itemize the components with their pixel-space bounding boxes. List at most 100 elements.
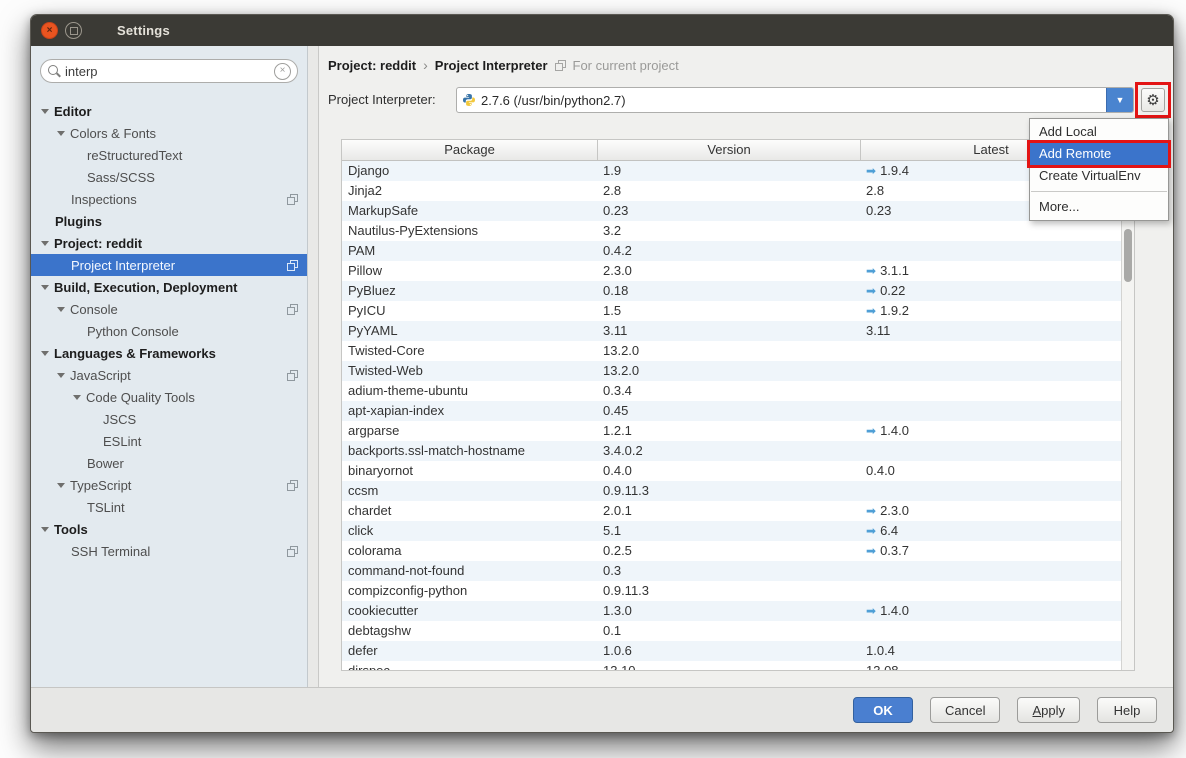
cell-version: 2.0.1 (597, 501, 860, 521)
tree-item-project-interpreter[interactable]: Project Interpreter (31, 254, 307, 276)
tree-item-tslint[interactable]: TSLint (31, 496, 307, 518)
tree-item-label: Bower (87, 456, 124, 471)
annotation-rectangle-gear (1135, 82, 1171, 118)
search-input[interactable] (61, 64, 274, 79)
cell-latest: 0.4.0 (860, 461, 1121, 481)
tree-item-build-execution-deployment[interactable]: Build, Execution, Deployment (31, 276, 307, 298)
column-header-version[interactable]: Version (597, 140, 860, 160)
tree-item-code-quality-tools[interactable]: Code Quality Tools (31, 386, 307, 408)
cell-package: click (342, 521, 597, 541)
cell-version: 1.2.1 (597, 421, 860, 441)
upgrade-arrow-icon: ➡ (866, 544, 876, 558)
sidebar-splitter[interactable] (307, 46, 319, 687)
tree-item-plugins[interactable]: Plugins (31, 210, 307, 232)
tree-item-jscs[interactable]: JSCS (31, 408, 307, 430)
table-row-pyicu[interactable]: PyICU1.5➡1.9.2 (342, 301, 1121, 321)
cell-version: 13.2.0 (597, 361, 860, 381)
table-row-twisted-web[interactable]: Twisted-Web13.2.0 (342, 361, 1121, 381)
breadcrumb: Project: reddit › Project Interpreter Fo… (328, 57, 679, 73)
apply-button[interactable]: Apply (1017, 697, 1080, 723)
expander-icon[interactable] (41, 527, 49, 532)
close-button[interactable]: × (41, 22, 58, 39)
tree-item-languages-frameworks[interactable]: Languages & Frameworks (31, 342, 307, 364)
menu-item-add-local[interactable]: Add Local (1030, 121, 1168, 143)
column-header-package[interactable]: Package (342, 140, 597, 160)
table-row-dirspec[interactable]: dirspec13.1013.08 (342, 661, 1121, 670)
tree-item-sass-scss[interactable]: Sass/SCSS (31, 166, 307, 188)
tree-item-console[interactable]: Console (31, 298, 307, 320)
table-row-debtagshw[interactable]: debtagshw0.1 (342, 621, 1121, 641)
table-row-nautilus-pyextensions[interactable]: Nautilus-PyExtensions3.2 (342, 221, 1121, 241)
expander-icon[interactable] (41, 351, 49, 356)
table-row-cookiecutter[interactable]: cookiecutter1.3.0➡1.4.0 (342, 601, 1121, 621)
table-row-django[interactable]: Django1.9➡1.9.4 (342, 161, 1121, 181)
table-row-pybluez[interactable]: PyBluez0.18➡0.22 (342, 281, 1121, 301)
upgrade-arrow-icon: ➡ (866, 524, 876, 538)
tree-item-inspections[interactable]: Inspections (31, 188, 307, 210)
table-row-adium-theme-ubuntu[interactable]: adium-theme-ubuntu0.3.4 (342, 381, 1121, 401)
table-row-command-not-found[interactable]: command-not-found0.3 (342, 561, 1121, 581)
expander-icon[interactable] (41, 241, 49, 246)
expander-icon[interactable] (57, 307, 65, 312)
menu-item-create-virtualenv[interactable]: Create VirtualEnv (1030, 165, 1168, 187)
cell-package: PyICU (342, 301, 597, 321)
expander-icon[interactable] (57, 483, 65, 488)
table-row-jinja2[interactable]: Jinja22.82.8 (342, 181, 1121, 201)
tree-item-label: Project Interpreter (71, 258, 175, 273)
expander-icon[interactable] (41, 109, 49, 114)
tree-item-label: Project: reddit (54, 236, 142, 251)
ok-button[interactable]: OK (853, 697, 913, 723)
expander-icon[interactable] (57, 131, 65, 136)
tree-item-editor[interactable]: Editor (31, 100, 307, 122)
table-row-markupsafe[interactable]: MarkupSafe0.230.23 (342, 201, 1121, 221)
table-row-binaryornot[interactable]: binaryornot0.4.00.4.0 (342, 461, 1121, 481)
table-row-pillow[interactable]: Pillow2.3.0➡3.1.1 (342, 261, 1121, 281)
table-row-chardet[interactable]: chardet2.0.1➡2.3.0 (342, 501, 1121, 521)
tree-item-typescript[interactable]: TypeScript (31, 474, 307, 496)
table-row-argparse[interactable]: argparse1.2.1➡1.4.0 (342, 421, 1121, 441)
table-row-pam[interactable]: PAM0.4.2 (342, 241, 1121, 261)
upgrade-arrow-icon: ➡ (866, 264, 876, 278)
tree-item-colors-fonts[interactable]: Colors & Fonts (31, 122, 307, 144)
tree-item-project-reddit[interactable]: Project: reddit (31, 232, 307, 254)
cancel-button[interactable]: Cancel (930, 697, 1000, 723)
table-row-defer[interactable]: defer1.0.61.0.4 (342, 641, 1121, 661)
clear-search-icon[interactable]: × (274, 63, 291, 80)
expander-icon[interactable] (73, 395, 81, 400)
tree-item-restructuredtext[interactable]: reStructuredText (31, 144, 307, 166)
screenshot-root: × Settings × EditorColors & FontsreStruc… (0, 0, 1186, 758)
per-project-icon (555, 60, 566, 71)
expander-icon[interactable] (57, 373, 65, 378)
cell-package: PyYAML (342, 321, 597, 341)
cell-latest: ➡6.4 (860, 521, 1121, 541)
interpreter-combobox[interactable]: 2.7.6 (/usr/bin/python2.7) ▼ (456, 87, 1134, 113)
tree-item-python-console[interactable]: Python Console (31, 320, 307, 342)
table-row-ccsm[interactable]: ccsm0.9.11.3 (342, 481, 1121, 501)
breadcrumb-section[interactable]: Project: reddit (328, 58, 416, 73)
expander-icon[interactable] (41, 285, 49, 290)
tree-item-ssh-terminal[interactable]: SSH Terminal (31, 540, 307, 562)
menu-item-add-remote[interactable]: Add Remote (1030, 143, 1168, 165)
tree-item-eslint[interactable]: ESLint (31, 430, 307, 452)
cell-latest (860, 621, 1121, 641)
table-row-compizconfig-python[interactable]: compizconfig-python0.9.11.3 (342, 581, 1121, 601)
maximize-button[interactable] (65, 22, 82, 39)
scrollbar-thumb[interactable] (1124, 229, 1132, 282)
tree-item-bower[interactable]: Bower (31, 452, 307, 474)
per-project-icon (287, 304, 298, 315)
table-row-click[interactable]: click5.1➡6.4 (342, 521, 1121, 541)
table-row-pyyaml[interactable]: PyYAML3.113.11 (342, 321, 1121, 341)
table-row-apt-xapian-index[interactable]: apt-xapian-index0.45 (342, 401, 1121, 421)
tree-item-javascript[interactable]: JavaScript (31, 364, 307, 386)
table-scrollbar[interactable] (1121, 161, 1134, 670)
tree-item-tools[interactable]: Tools (31, 518, 307, 540)
interpreter-dropdown-button[interactable]: ▼ (1106, 88, 1133, 112)
table-row-backports-ssl-match-hostname[interactable]: backports.ssl-match-hostname3.4.0.2 (342, 441, 1121, 461)
help-button[interactable]: Help (1097, 697, 1157, 723)
table-row-twisted-core[interactable]: Twisted-Core13.2.0 (342, 341, 1121, 361)
titlebar[interactable]: × Settings (31, 15, 1173, 46)
cell-version: 0.4.2 (597, 241, 860, 261)
menu-item-more[interactable]: More... (1030, 196, 1168, 218)
table-row-colorama[interactable]: colorama0.2.5➡0.3.7 (342, 541, 1121, 561)
cell-latest: ➡1.4.0 (860, 421, 1121, 441)
